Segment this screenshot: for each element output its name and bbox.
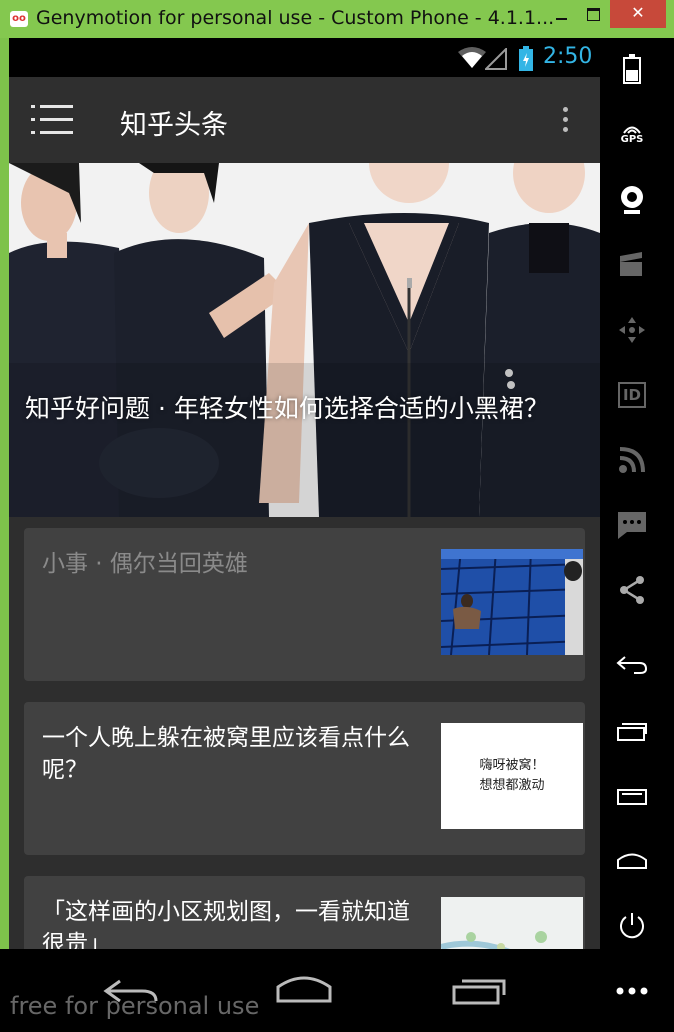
window-title: Genymotion for personal use - Custom Pho… [36,7,555,29]
battery-widget-icon[interactable] [600,44,664,94]
hero-photo [9,163,600,517]
more-options-icon[interactable] [600,966,664,1016]
signal-icon [485,48,507,70]
gps-widget-icon[interactable]: GPS [600,110,664,160]
thumbnail-text: 想想都激动 [479,778,545,793]
story-card[interactable]: 小事 · 偶尔当回英雄 [24,528,585,681]
story-thumbnail: 嗨呀被窝！ 想想都激动 [441,723,583,829]
genymotion-toolbar: GPS ID [600,38,674,1032]
hamburger-icon[interactable] [31,105,73,135]
rss-icon[interactable] [600,435,664,485]
screencast-icon[interactable] [600,240,664,290]
minimize-button[interactable] [546,0,576,28]
news-feed[interactable]: 知乎好问题 · 年轻女性如何选择合适的小黑裙？ 小事 · 偶尔当回英雄 一个人晚… [9,163,600,949]
swimming-pool-photo [441,549,583,655]
overflow-menu-icon[interactable] [561,107,569,135]
share-icon[interactable] [600,565,664,615]
sidebar-back-icon[interactable] [600,640,664,690]
home-icon[interactable] [274,969,334,1009]
action-bar: 知乎头条 [9,77,600,163]
story-thumbnail [441,897,583,949]
status-clock: 2:50 [543,44,593,69]
story-card[interactable]: 「这样画的小区规划图，一看就知道很贵」 [24,876,585,949]
app-title: 知乎头条 [120,110,228,141]
wifi-icon [458,47,486,68]
status-bar: 2:50 [9,38,600,77]
close-button[interactable]: ✕ [610,0,666,28]
webcam-icon[interactable] [600,175,664,225]
sidebar-home-icon[interactable] [600,836,664,886]
phone-screen: 2:50 知乎头条 知乎好问题 · 年轻女性如何选择合适的小黑裙？ 小事 · 偶… [9,38,600,949]
device-id-icon[interactable]: ID [600,370,664,420]
story-title: 一个人晚上躲在被窝里应该看点什么呢？ [42,725,410,783]
sidebar-recent-apps-icon[interactable] [600,706,664,756]
genymotion-logo-icon: oo [10,11,28,27]
map-drawing-photo [441,897,583,949]
battery-icon [519,46,533,71]
hero-story[interactable]: 知乎好问题 · 年轻女性如何选择合适的小黑裙？ [9,163,600,517]
story-title: 小事 · 偶尔当回英雄 [42,551,248,577]
story-thumbnail [441,549,583,655]
sidebar-menu-icon[interactable] [600,772,664,822]
power-icon[interactable] [600,901,664,951]
story-card[interactable]: 一个人晚上躲在被窝里应该看点什么呢？ 嗨呀被窝！ 想想都激动 [24,702,585,855]
device-id-label: ID [617,382,647,408]
sms-icon[interactable] [600,500,664,550]
watermark: free for personal use [10,992,260,1020]
hero-caption: 知乎好问题 · 年轻女性如何选择合适的小黑裙？ [25,394,549,423]
gps-label: GPS [620,134,644,145]
thumbnail-text: 嗨呀被窝！ [479,758,545,773]
story-title: 「这样画的小区规划图，一看就知道很贵」 [42,899,410,949]
window-title-bar: oo Genymotion for personal use - Custom … [0,0,674,38]
dpad-icon[interactable] [600,305,664,355]
recent-apps-icon[interactable] [450,969,510,1009]
maximize-button[interactable] [578,0,608,28]
